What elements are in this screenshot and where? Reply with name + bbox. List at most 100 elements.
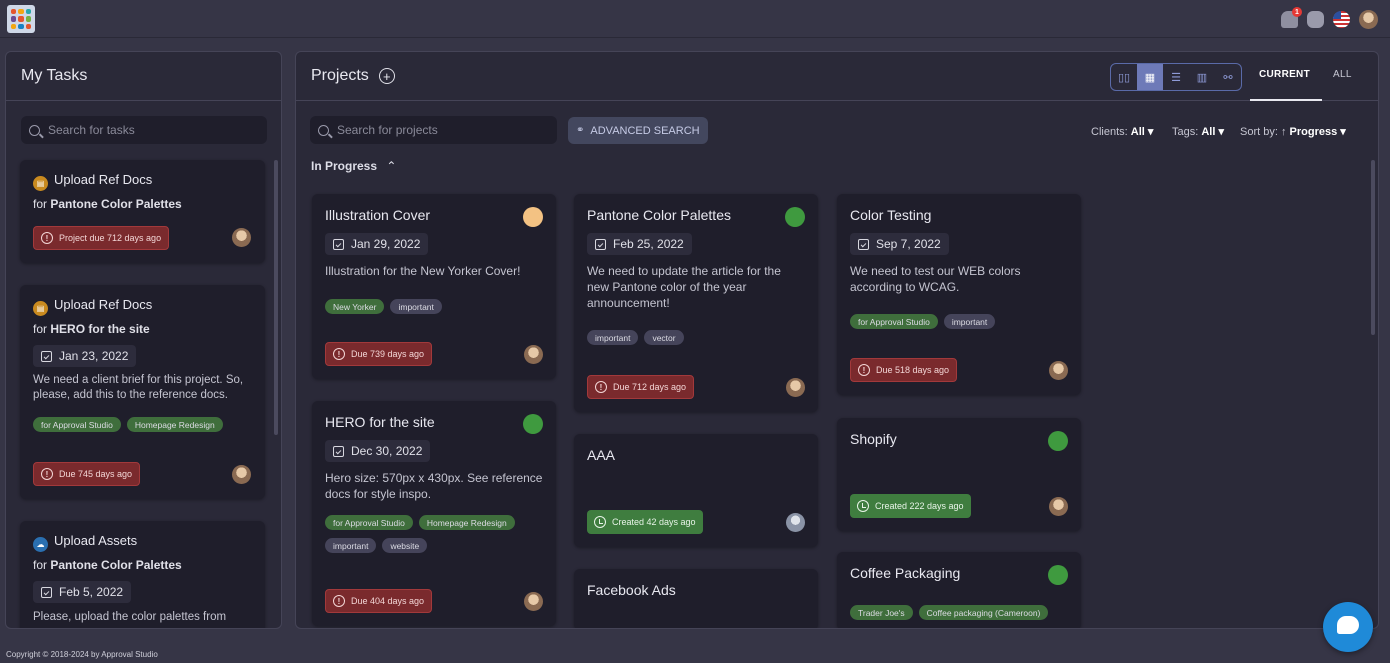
tab-current-underline xyxy=(1250,99,1322,101)
search-icon xyxy=(29,124,40,136)
project-description: Hero size: 570px x 430px. See reference … xyxy=(325,471,543,501)
project-card[interactable]: Illustration Cover Jan 29, 2022 Illustra… xyxy=(312,194,556,379)
tasks-scrollbar[interactable] xyxy=(274,160,278,435)
assignee-avatar[interactable] xyxy=(1049,497,1068,516)
add-project-icon[interactable]: + xyxy=(378,68,395,84)
hierarchy-view-icon[interactable]: ⚯ xyxy=(1215,64,1241,90)
task-date-text: Jan 23, 2022 xyxy=(59,349,129,363)
sort-filter[interactable]: Sort by: ↑ Progress ▾ xyxy=(1240,125,1346,138)
tag[interactable]: Coffee packaging (Cameroon) xyxy=(918,605,1049,620)
task-search-input[interactable]: Search for tasks xyxy=(21,116,267,144)
tag[interactable]: important xyxy=(390,299,442,314)
due-badge: ! Due 404 days ago xyxy=(325,589,433,613)
assignee-avatar[interactable] xyxy=(232,228,251,247)
status-dot xyxy=(523,207,543,227)
tags-filter-label: Tags: xyxy=(1172,126,1199,138)
document-upload-icon: ▤ xyxy=(33,301,48,316)
assignee-avatar[interactable] xyxy=(786,513,805,532)
tag[interactable]: important xyxy=(943,314,996,329)
due-text: Due 518 days ago xyxy=(876,365,950,375)
tag[interactable]: Homepage Redesign xyxy=(418,515,515,530)
tag[interactable]: important xyxy=(587,330,639,345)
tab-all[interactable]: ALL xyxy=(1333,69,1352,80)
project-date: Dec 30, 2022 xyxy=(325,440,431,462)
status-dot xyxy=(523,414,543,434)
task-project: Pantone Color Palettes xyxy=(50,558,182,572)
bell-icon[interactable]: 1 xyxy=(1281,7,1302,28)
project-description: Illustration for the New Yorker Cover! xyxy=(325,264,521,278)
chevron-up-icon: ⌃ xyxy=(386,159,397,173)
clients-filter[interactable]: Clients: All ▾ xyxy=(1091,125,1153,138)
task-card[interactable]: ▤ Upload Ref Docs for Pantone Color Palet… xyxy=(20,160,265,263)
alert-icon: ! xyxy=(333,348,345,360)
chat-icon[interactable] xyxy=(1323,602,1373,652)
us-flag-icon[interactable] xyxy=(1333,11,1350,28)
advanced-search-button[interactable]: ⚭ ADVANCED SEARCH xyxy=(568,117,708,144)
tag[interactable]: for Approval Studio xyxy=(850,314,938,329)
tag[interactable]: vector xyxy=(644,330,684,345)
board-view-icon[interactable]: ▥ xyxy=(1189,64,1215,90)
alert-icon: ! xyxy=(595,381,607,393)
assignee-avatar[interactable] xyxy=(232,465,251,484)
project-card[interactable]: Facebook Ads xyxy=(574,569,818,628)
assignee-avatar[interactable] xyxy=(524,345,543,364)
project-card[interactable]: Pantone Color Palettes Feb 25, 2022 We n… xyxy=(574,194,818,412)
history-icon xyxy=(857,500,869,512)
project-search-input[interactable]: Search for projects xyxy=(310,116,557,144)
footer-copyright: Copyright © 2018-2024 by Approval Studio xyxy=(6,650,158,659)
tags-filter[interactable]: Tags: All ▾ xyxy=(1172,125,1224,138)
created-badge: Created 42 days ago xyxy=(587,510,703,534)
columns-view-icon[interactable]: ▯▯ xyxy=(1111,64,1137,90)
tag[interactable]: Homepage Redesign xyxy=(126,417,223,432)
alert-icon: ! xyxy=(858,364,870,376)
tag[interactable]: website xyxy=(382,538,428,553)
project-title: HERO for the site xyxy=(325,414,435,430)
due-badge: ! Project due 712 days ago xyxy=(33,226,170,250)
project-card[interactable]: Coffee Packaging Trader Joe's Coffee pac… xyxy=(837,552,1081,628)
grid-view-icon[interactable]: ▦ xyxy=(1137,64,1163,90)
project-card[interactable]: Color Testing Sep 7, 2022 We need to tes… xyxy=(837,194,1081,395)
tag[interactable]: Trader Joe's xyxy=(850,605,913,620)
tab-current[interactable]: CURRENT xyxy=(1259,69,1310,80)
my-tasks-title: My Tasks xyxy=(6,52,281,101)
task-project: HERO for the site xyxy=(50,322,150,336)
task-search-placeholder: Search for tasks xyxy=(48,123,135,137)
project-date-text: Sep 7, 2022 xyxy=(876,237,941,251)
due-badge: ! Due 712 days ago xyxy=(587,375,695,399)
projects-scrollbar[interactable] xyxy=(1371,160,1375,335)
my-tasks-panel: My Tasks Search for tasks ▤ Upload Ref Do… xyxy=(5,51,282,629)
task-card[interactable]: ☁ Upload Assets for Pantone Color Palette… xyxy=(20,521,265,628)
project-date: Sep 7, 2022 xyxy=(850,233,949,255)
due-text: Due 404 days ago xyxy=(351,596,425,606)
binoculars-icon: ⚭ xyxy=(576,125,585,136)
tag[interactable]: for Approval Studio xyxy=(33,417,121,432)
alert-icon: ! xyxy=(41,232,53,244)
project-card[interactable]: HERO for the site Dec 30, 2022 Hero size… xyxy=(312,401,556,626)
assignee-avatar[interactable] xyxy=(1049,361,1068,380)
project-date-text: Jan 29, 2022 xyxy=(351,237,421,251)
assignee-avatar[interactable] xyxy=(786,378,805,397)
project-card[interactable]: Shopify Created 222 days ago xyxy=(837,418,1081,531)
task-for-prefix: for xyxy=(33,558,48,572)
document-upload-icon: ▤ xyxy=(33,176,48,191)
status-dot xyxy=(1048,565,1068,585)
section-in-progress[interactable]: In Progress ⌃ xyxy=(311,159,396,173)
project-title: Shopify xyxy=(850,431,897,447)
assignee-avatar[interactable] xyxy=(524,592,543,611)
tag[interactable]: New Yorker xyxy=(325,299,385,314)
view-switcher: ▯▯ ▦ ☰ ▥ ⚯ xyxy=(1110,63,1242,91)
tag[interactable]: important xyxy=(325,538,377,553)
task-description: Please, upload the color palettes from xyxy=(33,611,227,623)
list-view-icon[interactable]: ☰ xyxy=(1163,64,1189,90)
database-icon[interactable] xyxy=(1307,11,1324,28)
task-card[interactable]: ▤ Upload Ref Docs for HERO for the site J… xyxy=(20,285,265,499)
app-logo[interactable] xyxy=(7,5,35,33)
alert-icon: ! xyxy=(333,595,345,607)
calendar-icon xyxy=(333,238,344,250)
user-avatar[interactable] xyxy=(1359,10,1378,29)
task-label: Upload Ref Docs xyxy=(54,172,153,187)
task-label: Upload Ref Docs xyxy=(54,297,153,312)
project-card[interactable]: AAA Created 42 days ago xyxy=(574,434,818,547)
project-title: Illustration Cover xyxy=(325,207,431,223)
tag[interactable]: for Approval Studio xyxy=(325,515,413,530)
